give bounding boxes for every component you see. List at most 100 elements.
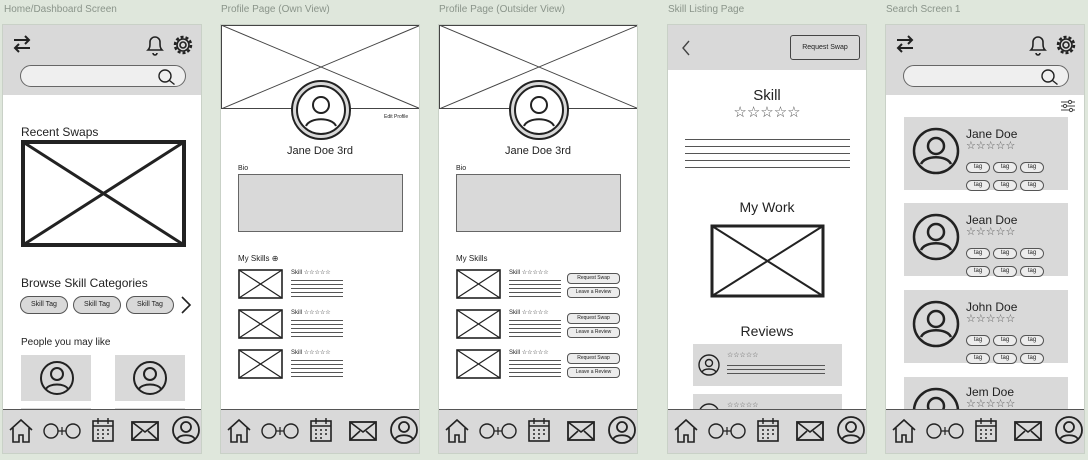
mail-icon[interactable]: [795, 420, 825, 442]
calendar-icon[interactable]: [91, 417, 115, 443]
home-icon[interactable]: [673, 417, 699, 445]
home-icon[interactable]: [8, 417, 34, 445]
avatar-icon: [133, 361, 167, 395]
profile-icon[interactable]: [836, 415, 866, 445]
tag-pill[interactable]: tag: [993, 180, 1017, 191]
skill-listing-screen: Request Swap Skill ☆☆☆☆☆ My Work Reviews…: [667, 24, 867, 454]
request-swap-button[interactable]: Request Swap: [567, 313, 620, 324]
filter-icon[interactable]: [1060, 99, 1076, 113]
request-swap-button[interactable]: Request Swap: [567, 273, 620, 284]
tag-pill[interactable]: tag: [966, 162, 990, 173]
person-card-2[interactable]: [115, 355, 185, 401]
tag-pill[interactable]: tag: [993, 162, 1017, 173]
gear-icon[interactable]: [1053, 32, 1079, 58]
bottom-nav: [886, 409, 1084, 453]
tag-pill[interactable]: tag: [966, 180, 990, 191]
result-tags: tag tag tag tag tag tag: [966, 155, 1066, 191]
bell-icon[interactable]: [1027, 33, 1049, 57]
profile-icon[interactable]: [171, 415, 201, 445]
home-icon[interactable]: [444, 417, 470, 445]
add-skill-icon[interactable]: ⊕: [272, 254, 279, 263]
swap-arrows-icon[interactable]: [895, 35, 915, 53]
search-icon: [158, 69, 175, 86]
mail-icon[interactable]: [130, 420, 160, 442]
skill-label: Skill ☆☆☆☆☆: [291, 349, 331, 356]
tag-pill[interactable]: tag: [993, 335, 1017, 346]
tag-pill[interactable]: tag: [1020, 335, 1044, 346]
review-text-lines: [727, 365, 825, 377]
search-input[interactable]: [20, 65, 186, 87]
skill-thumb: [238, 309, 283, 339]
tag-pill[interactable]: tag: [966, 335, 990, 346]
skill-thumb: [456, 269, 501, 299]
tag-pill[interactable]: tag: [1020, 180, 1044, 191]
tag-pill[interactable]: tag: [966, 266, 990, 277]
back-icon[interactable]: [680, 39, 692, 57]
tag-pill[interactable]: tag: [993, 248, 1017, 259]
skill-description-lines: [291, 280, 343, 300]
home-icon[interactable]: [891, 417, 917, 445]
person-card-1[interactable]: [21, 355, 91, 401]
skill-tag-2[interactable]: Skill Tag: [73, 296, 121, 314]
edit-profile-link[interactable]: Edit Profile: [384, 114, 408, 120]
calendar-icon[interactable]: [527, 417, 551, 443]
tag-pill[interactable]: tag: [993, 266, 1017, 277]
leave-review-button[interactable]: Leave a Review: [567, 327, 620, 338]
result-tags: tag tag tag tag tag tag: [966, 241, 1066, 277]
tag-pill[interactable]: tag: [966, 248, 990, 259]
search-result-card[interactable]: Jane Doe ☆☆☆☆☆ tag tag tag tag tag tag: [904, 117, 1068, 191]
profile-icon[interactable]: [389, 415, 419, 445]
tag-pill[interactable]: tag: [1020, 162, 1044, 173]
search-result-card[interactable]: Jean Doe ☆☆☆☆☆ tag tag tag tag tag tag: [904, 203, 1068, 277]
people-icon[interactable]: [706, 421, 748, 441]
tag-pill[interactable]: tag: [1020, 266, 1044, 277]
my-work-image[interactable]: [710, 224, 825, 298]
skill-stars: ☆☆☆☆☆: [303, 350, 331, 356]
swap-arrows-icon[interactable]: [12, 35, 32, 53]
mail-icon[interactable]: [348, 420, 378, 442]
leave-review-button[interactable]: Leave a Review: [567, 287, 620, 298]
review-stars: ☆☆☆☆☆: [727, 402, 759, 409]
skill-tag-3[interactable]: Skill Tag: [126, 296, 174, 314]
recent-swaps-image[interactable]: [21, 140, 186, 247]
frame-title-profile-own: Profile Page (Own View): [221, 4, 330, 15]
request-swap-button[interactable]: Request Swap: [567, 353, 620, 364]
avatar-icon: [509, 80, 569, 140]
skill-name: Skill: [291, 310, 303, 316]
gear-icon[interactable]: [170, 32, 196, 58]
skill-rating-stars: ☆☆☆☆☆: [733, 104, 801, 121]
skill-thumb: [238, 349, 283, 379]
mail-icon[interactable]: [1013, 420, 1043, 442]
calendar-icon[interactable]: [974, 417, 998, 443]
people-icon[interactable]: [41, 421, 83, 441]
skill-description-lines: [291, 320, 343, 340]
bell-icon[interactable]: [144, 33, 166, 57]
profile-icon[interactable]: [1054, 415, 1084, 445]
tag-pill[interactable]: tag: [966, 353, 990, 364]
people-icon[interactable]: [477, 421, 519, 441]
calendar-icon[interactable]: [309, 417, 333, 443]
home-icon[interactable]: [226, 417, 252, 445]
search-screen: Jane Doe ☆☆☆☆☆ tag tag tag tag tag tag Jean …: [885, 24, 1085, 454]
people-icon[interactable]: [924, 421, 966, 441]
bottom-nav: [221, 409, 419, 453]
skill-tag-1[interactable]: Skill Tag: [20, 296, 68, 314]
calendar-icon[interactable]: [756, 417, 780, 443]
my-work-heading: My Work: [739, 199, 795, 215]
result-tags: tag tag tag tag tag tag: [966, 328, 1066, 364]
request-swap-button[interactable]: Request Swap: [790, 35, 860, 60]
leave-review-button[interactable]: Leave a Review: [567, 367, 620, 378]
tag-pill[interactable]: tag: [1020, 248, 1044, 259]
home-screen: Recent Swaps Browse Skill Categories Ski…: [2, 24, 202, 454]
profile-icon[interactable]: [607, 415, 637, 445]
avatar-icon: [912, 127, 960, 175]
frame-title-skill-listing: Skill Listing Page: [668, 4, 745, 15]
mail-icon[interactable]: [566, 420, 596, 442]
result-stars: ☆☆☆☆☆: [966, 226, 1016, 238]
chevron-right-icon[interactable]: [180, 295, 192, 315]
tag-pill[interactable]: tag: [1020, 353, 1044, 364]
tag-pill[interactable]: tag: [993, 353, 1017, 364]
search-input[interactable]: [903, 65, 1069, 87]
people-icon[interactable]: [259, 421, 301, 441]
search-result-card[interactable]: John Doe ☆☆☆☆☆ tag tag tag tag tag tag: [904, 290, 1068, 364]
